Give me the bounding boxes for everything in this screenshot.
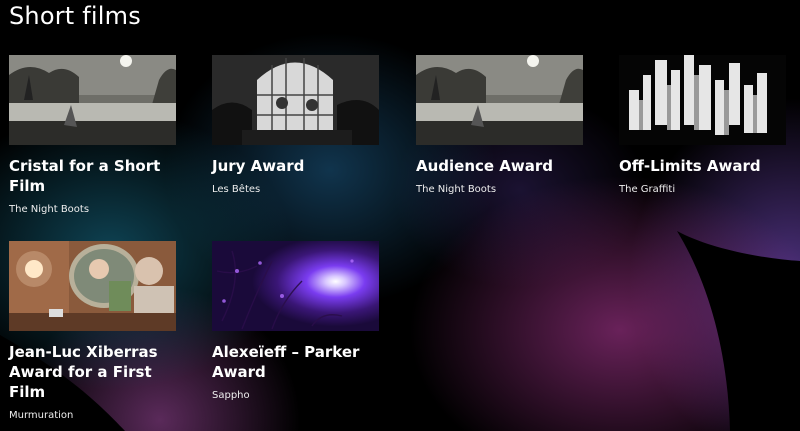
award-card[interactable]: Audience Award The Night Boots — [416, 55, 584, 197]
award-title[interactable]: Cristal for a Short Film — [9, 156, 189, 196]
cathedral-window-still-icon[interactable] — [212, 55, 379, 145]
film-title[interactable]: The Night Boots — [9, 203, 177, 217]
decorative-arc-shape — [677, 231, 800, 431]
award-card[interactable]: Cristal for a Short Film The Night Boots — [9, 55, 177, 217]
night-lake-still-icon[interactable] — [416, 55, 583, 145]
violet-glow-still-icon[interactable] — [212, 241, 379, 331]
award-card[interactable]: Off-Limits Award The Graffiti — [619, 55, 787, 197]
award-card[interactable]: Jury Award Les Bêtes — [212, 55, 380, 197]
puppet-mirror-still-icon[interactable] — [9, 241, 176, 331]
award-title[interactable]: Off-Limits Award — [619, 156, 799, 176]
film-title[interactable]: Murmuration — [9, 409, 177, 423]
white-blocks-still-icon[interactable] — [619, 55, 786, 145]
award-card[interactable]: Alexeïeff – Parker Award Sappho — [212, 241, 380, 403]
film-title[interactable]: The Graffiti — [619, 183, 787, 197]
award-title[interactable]: Jury Award — [212, 156, 392, 176]
film-title[interactable]: Sappho — [212, 389, 380, 403]
night-lake-still-icon[interactable] — [9, 55, 176, 145]
award-card[interactable]: Jean-Luc Xiberras Award for a First Film… — [9, 241, 177, 423]
award-title[interactable]: Audience Award — [416, 156, 596, 176]
page-title: Short films — [9, 2, 141, 30]
film-title[interactable]: The Night Boots — [416, 183, 584, 197]
film-title[interactable]: Les Bêtes — [212, 183, 380, 197]
award-title[interactable]: Alexeïeff – Parker Award — [212, 342, 392, 382]
award-title[interactable]: Jean-Luc Xiberras Award for a First Film — [9, 342, 189, 402]
